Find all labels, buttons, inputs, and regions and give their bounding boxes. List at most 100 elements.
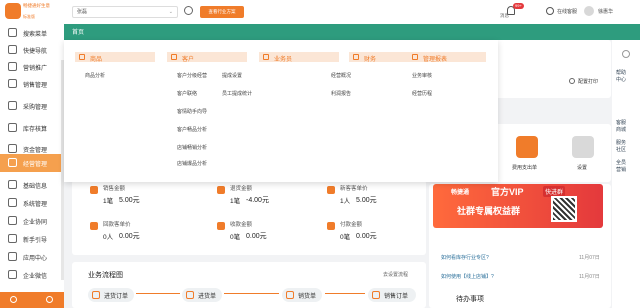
print-icon [569, 78, 575, 84]
notification-label[interactable]: 消息 [500, 13, 509, 19]
menu-item-business-audit[interactable]: 业务审核 [412, 72, 432, 79]
chat-icon [8, 270, 17, 279]
stats-card: 销售金额 1笔 5.00元 退货金额 1笔 -4.00元 新客客单价 1人 5.00元 回款… [72, 180, 426, 255]
banner-headline-1: 官方VIP [491, 187, 524, 197]
payment-icon [327, 222, 335, 230]
menu-item-product-analysis[interactable]: 商品分析 [85, 72, 105, 79]
info-icon [8, 180, 17, 189]
search-value: 张磊 [77, 9, 88, 15]
cart-icon [8, 79, 17, 88]
config-print-label[interactable]: 配置打印 [578, 78, 598, 85]
sidebar-item-inventory[interactable]: 库存核算 [0, 119, 64, 137]
sidebar-item-system[interactable]: 系统管理 [0, 194, 64, 212]
sidebar-item-wecom[interactable]: 企业微信 [0, 266, 64, 284]
mega-column-salesperson[interactable]: 业务员 [259, 52, 339, 63]
todo-title: 待办事项 [456, 296, 484, 303]
flow-arrow [325, 293, 365, 294]
team-icon [8, 216, 17, 225]
settings-shortcut-button[interactable] [572, 136, 594, 158]
report-icon [412, 54, 418, 60]
customer-icon [327, 186, 335, 194]
customer-icon [171, 54, 177, 60]
return-icon [217, 186, 225, 194]
flow-node-sales-order[interactable]: 销售订单 [368, 288, 416, 302]
search-input[interactable]: 张磊 ⌄ [72, 6, 178, 18]
menu-item-customer-contact[interactable]: 客户联络 [177, 90, 197, 97]
help-center-link[interactable]: 帮助 中心 [616, 70, 630, 84]
mega-column-product[interactable]: 商品 [75, 52, 155, 63]
search-icon [8, 28, 17, 37]
compass-icon [8, 45, 17, 54]
menu-item-store-hit-products[interactable]: 店铺爆品分析 [177, 160, 207, 167]
all-staff-marketing-link[interactable]: 全员 营销 [616, 160, 630, 174]
brand-logo [5, 3, 21, 19]
sidebar-item-purchase[interactable]: 采购管理 [0, 97, 64, 115]
news-card: 畅捷通 官方VIP 社群专属权益群 快进群 如何看库存行业专区? 11月07日 … [429, 184, 611, 308]
sales-icon [90, 186, 98, 194]
sidebar-item-collaboration[interactable]: 企业协同 [0, 212, 64, 230]
sidebar-item-basic-info[interactable]: 基础信息 [0, 176, 64, 194]
tab-bar: 首页 [64, 24, 640, 40]
gear-icon[interactable] [184, 6, 193, 15]
sidebar-item-operations[interactable]: 经营管理 [0, 154, 64, 172]
user-name[interactable]: 徐惠华 [598, 8, 613, 15]
flow-settings-link[interactable]: 去设置流程 [383, 271, 408, 278]
flow-node-purchase-order[interactable]: 进货订单 [88, 288, 134, 302]
document-icon [372, 291, 380, 299]
vip-banner[interactable]: 畅捷通 官方VIP 社群专属权益群 快进群 [433, 184, 603, 228]
chart-icon [8, 158, 17, 167]
product-icon [79, 54, 85, 60]
service-community-link[interactable]: 服务 社区 [616, 140, 630, 154]
view-industry-plan-button[interactable]: 查看行业方案 [200, 6, 244, 18]
menu-item-customer-bestseller[interactable]: 客户畅品分析 [177, 126, 207, 133]
sidebar: 搜索菜单 快捷导航 营销推广 销售管理 采购管理 库存核算 资金管理 经营管理 … [0, 24, 64, 308]
menu-item-customer-tiering[interactable]: 客户分级经营 [177, 72, 207, 79]
menu-item-business-history[interactable]: 经营历程 [412, 90, 432, 97]
online-service-link[interactable]: 在线客服 [557, 8, 577, 15]
tab-home[interactable]: 首页 [72, 27, 84, 36]
mega-column-customer[interactable]: 客户 [167, 52, 247, 63]
sidebar-item-guide[interactable]: 新手引导 [0, 230, 64, 248]
menu-item-profit-report[interactable]: 利润报告 [331, 90, 351, 97]
sidebar-item-quick-nav[interactable]: 快捷导航 [0, 41, 64, 59]
top-bar: 畅捷通好生意 标准版 张磊 ⌄ 查看行业方案 99+ 消息 在线客服 徐惠华 [0, 0, 640, 24]
mega-menu: 商品 商品分析 客户 客户分级经营 客户联络 客情助手向导 客户畅品分析 店铺畅… [64, 40, 498, 182]
guide-icon [8, 234, 17, 243]
collapse-icon[interactable] [46, 296, 53, 303]
notice-item[interactable]: 如何看库存行业专区? [441, 254, 489, 261]
expense-voucher-label: 费用支出单 [512, 165, 538, 171]
service-mall-link[interactable]: 客服 商城 [616, 120, 630, 134]
document-icon [186, 291, 194, 299]
sidebar-item-app-center[interactable]: 应用中心 [0, 248, 64, 266]
finance-icon [353, 54, 359, 60]
mega-column-reports[interactable]: 管理报表 [408, 52, 486, 63]
wallet-icon [8, 144, 17, 153]
banner-headline-2: 社群专属权益群 [457, 206, 521, 216]
menu-item-commission-stats[interactable]: 员工提成统计 [222, 90, 252, 97]
settings-icon[interactable] [10, 296, 17, 303]
avatar[interactable] [584, 6, 594, 16]
menu-item-commission-settings[interactable]: 提成设置 [222, 72, 242, 79]
gear-icon[interactable] [622, 50, 630, 58]
document-icon [92, 291, 100, 299]
document-icon [286, 291, 294, 299]
menu-item-store-bestseller[interactable]: 店铺畅销分析 [177, 144, 207, 151]
flow-node-sales[interactable]: 销货单 [282, 288, 322, 302]
receipt-icon [217, 222, 225, 230]
flow-node-purchase[interactable]: 进货单 [182, 288, 222, 302]
salesperson-icon [263, 54, 269, 60]
sidebar-item-search-menu[interactable]: 搜索菜单 [0, 24, 64, 42]
menu-item-business-overview[interactable]: 经营概况 [331, 72, 351, 79]
flow-arrow [224, 293, 279, 294]
expense-voucher-button[interactable] [516, 136, 538, 158]
headset-icon[interactable] [546, 7, 554, 15]
banner-brand: 畅捷通 [451, 190, 470, 196]
sidebar-item-marketing[interactable]: 营销推广 [0, 58, 64, 76]
notice-item[interactable]: 如何使用【线上店铺】? [441, 273, 494, 280]
brand-name: 畅捷通好生意 [23, 3, 50, 8]
settings-shortcut-label: 设置 [577, 165, 588, 171]
flow-title: 业务流程图 [88, 272, 123, 279]
sidebar-item-sales[interactable]: 销售管理 [0, 75, 64, 93]
box-icon [8, 123, 17, 132]
menu-item-customer-assistant[interactable]: 客情助手向导 [177, 108, 207, 115]
